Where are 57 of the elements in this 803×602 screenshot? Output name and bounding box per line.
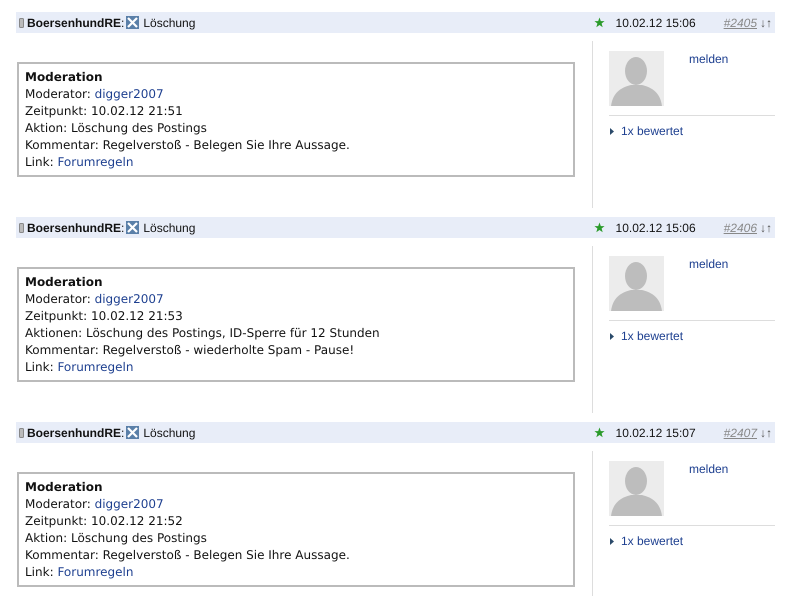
report-link[interactable]: melden bbox=[689, 52, 728, 115]
deleted-icon bbox=[126, 221, 140, 234]
expand-icon bbox=[610, 128, 614, 134]
star-icon bbox=[594, 17, 605, 28]
moderation-line: Aktion: Löschung des Postings bbox=[25, 530, 208, 547]
phone-icon bbox=[19, 18, 24, 28]
link[interactable]: digger2007 bbox=[94, 497, 164, 511]
moderation-line: Moderator: digger2007 bbox=[25, 86, 165, 103]
rating-link[interactable]: 1x bewertet bbox=[621, 534, 684, 548]
link[interactable]: Forumregeln bbox=[57, 565, 134, 579]
moderation-line: Kommentar: Regelverstoß - wiederholte Spam - Pause! bbox=[25, 342, 356, 359]
deleted-icon bbox=[126, 16, 140, 29]
post-date: 10.02.12 15:06 bbox=[616, 220, 696, 234]
post-title: Löschung bbox=[143, 16, 196, 30]
navigation-arrows[interactable]: ↓↑ bbox=[760, 426, 772, 440]
moderation-line: Moderator: digger2007 bbox=[25, 496, 165, 513]
phone-icon bbox=[19, 428, 24, 438]
moderation-line: Kommentar: Regelverstoß - Belegen Sie Ihre Aussage. bbox=[25, 547, 351, 564]
rating-link[interactable]: 1x bewertet bbox=[621, 329, 684, 343]
link[interactable]: Forumregeln bbox=[57, 155, 134, 169]
expand-icon bbox=[610, 538, 614, 544]
link[interactable]: Forumregeln bbox=[57, 360, 134, 374]
expand-icon bbox=[610, 332, 614, 340]
moderation-line: Kommentar: Regelverstoß - Belegen Sie Ihre Aussage. bbox=[25, 137, 351, 154]
moderation-line: Moderator: digger2007 bbox=[25, 291, 165, 308]
author-name[interactable]: BoersenhundRE: bbox=[27, 426, 124, 440]
moderation-heading: Moderation bbox=[25, 479, 104, 496]
avatar bbox=[609, 256, 664, 311]
deleted-icon bbox=[126, 426, 140, 439]
moderation-line: Link: Forumregeln bbox=[25, 154, 134, 171]
author-name[interactable]: BoersenhundRE: bbox=[27, 220, 124, 234]
link[interactable]: digger2007 bbox=[94, 87, 164, 101]
moderation-line: Link: Forumregeln bbox=[25, 564, 134, 581]
report-link[interactable]: melden bbox=[689, 257, 728, 320]
moderation-line: Aktion: Löschung des Postings bbox=[25, 120, 208, 137]
report-link[interactable]: melden bbox=[689, 462, 728, 525]
moderation-line: Zeitpunkt: 10.02.12 21:52 bbox=[25, 513, 184, 530]
moderation-heading: Moderation bbox=[25, 274, 104, 291]
post-title: Löschung bbox=[143, 220, 196, 234]
moderation-line: Zeitpunkt: 10.02.12 21:51 bbox=[25, 103, 184, 120]
moderation-line: Zeitpunkt: 10.02.12 21:53 bbox=[25, 308, 184, 325]
post-title: Löschung bbox=[143, 426, 196, 440]
rating-link[interactable]: 1x bewertet bbox=[621, 124, 684, 138]
avatar bbox=[609, 461, 664, 516]
link[interactable]: digger2007 bbox=[94, 292, 164, 306]
moderation-line: Link: Forumregeln bbox=[25, 359, 134, 376]
phone-icon bbox=[19, 222, 24, 232]
avatar bbox=[609, 51, 664, 106]
post-date: 10.02.12 15:06 bbox=[616, 16, 696, 30]
star-icon bbox=[594, 427, 605, 438]
author-name[interactable]: BoersenhundRE: bbox=[27, 16, 124, 30]
star-icon bbox=[594, 222, 605, 233]
moderation-line: Aktionen: Löschung des Postings, ID-Sperre für 12 Stunden bbox=[25, 325, 381, 342]
navigation-arrows[interactable]: ↓↑ bbox=[760, 16, 772, 30]
moderation-heading: Moderation bbox=[25, 69, 104, 86]
navigation-arrows[interactable]: ↓↑ bbox=[760, 220, 772, 234]
post-date: 10.02.12 15:07 bbox=[616, 426, 696, 440]
